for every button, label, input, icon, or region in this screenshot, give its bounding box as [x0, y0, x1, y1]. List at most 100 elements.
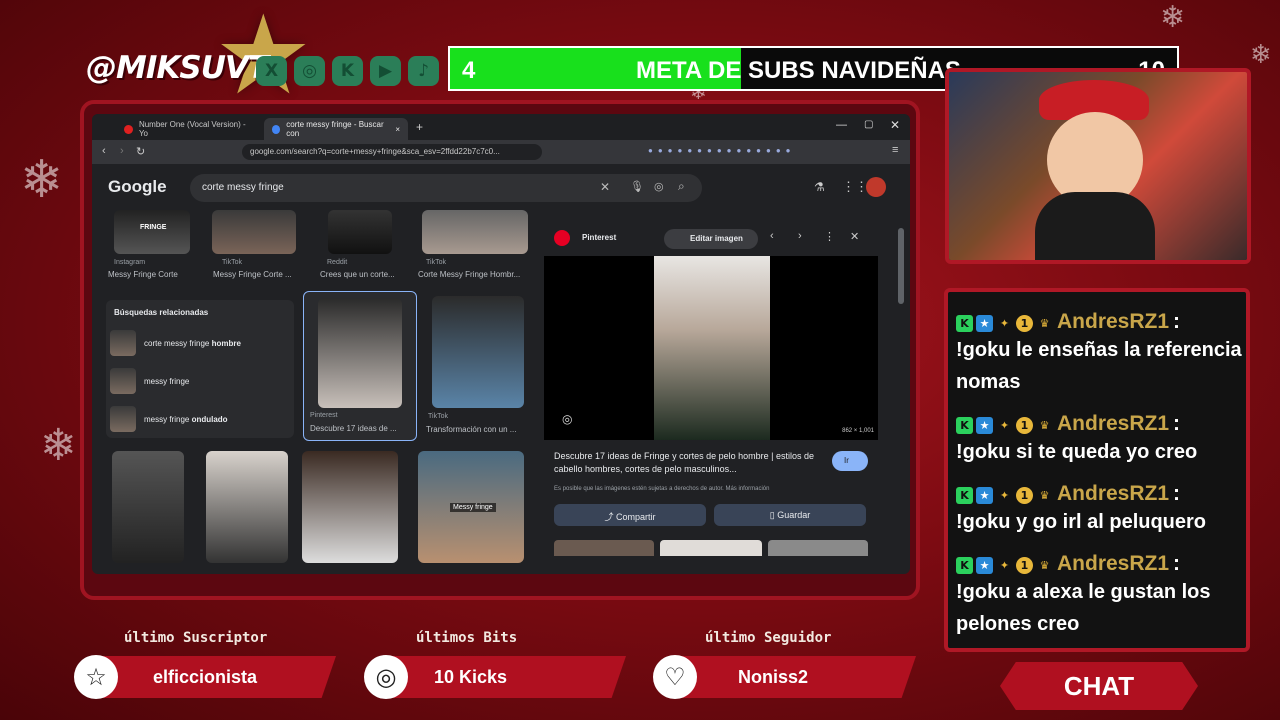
maximize-icon[interactable]: ▢: [864, 119, 873, 130]
badges: K ★ ✦ 1 ♛: [956, 487, 1053, 505]
search-icon[interactable]: ⌕: [678, 179, 685, 194]
chat-username[interactable]: AndresRZ1: [1057, 552, 1169, 575]
result-source: Reddit: [327, 259, 348, 266]
lens-icon[interactable]: ◎: [562, 412, 572, 426]
gift-badge-icon: ✦: [999, 419, 1010, 433]
result-image[interactable]: [112, 451, 184, 563]
related-image[interactable]: [768, 540, 868, 556]
google-icon: [272, 124, 281, 134]
share-button[interactable]: ⤴ Compartir: [554, 504, 706, 526]
result-image[interactable]: [302, 451, 398, 563]
result-image[interactable]: [212, 210, 296, 254]
related-bold: hombre: [211, 338, 241, 348]
result-caption[interactable]: Messy Fringe Corte: [108, 270, 178, 279]
prev-icon[interactable]: ‹: [770, 230, 774, 242]
search-input[interactable]: corte messy fringe ✕ 🎙 ◎ ⌕: [190, 174, 702, 202]
snowflake-icon: ❄: [20, 150, 64, 210]
image-preview-panel: Pinterest Editar imagen ‹ › ⋮ ✕ ◎ 862 × …: [544, 224, 884, 564]
image-dimensions: 862 × 1,001: [842, 428, 874, 434]
chat-username[interactable]: AndresRZ1: [1057, 482, 1169, 505]
tab-google-search[interactable]: corte messy fringe - Buscar con ×: [264, 118, 408, 140]
reload-icon[interactable]: ↻: [136, 145, 145, 158]
new-tab-icon[interactable]: +: [416, 120, 423, 134]
result-caption[interactable]: Descubre 17 ideas de ...: [310, 424, 397, 433]
selected-result[interactable]: Pinterest Descubre 17 ideas de ...: [303, 291, 417, 441]
url-bar[interactable]: google.com/search?q=corte+messy+fringe&s…: [242, 144, 542, 160]
snowflake-icon: ❄: [1250, 40, 1272, 70]
related-item[interactable]: corte messy fringe hombre: [110, 328, 290, 358]
badges: K ★ ✦ 1 ♛: [956, 315, 1053, 333]
chat-panel: K ★ ✦ 1 ♛ AndresRZ1: !goku le enseñas la refe…: [944, 288, 1250, 652]
extensions-toolbar[interactable]: ●●●●●●●●●●●●●●●: [648, 146, 888, 158]
save-button[interactable]: ▯ Guardar: [714, 504, 866, 526]
kick-icon[interactable]: K: [332, 56, 363, 86]
labs-icon[interactable]: ⚗: [814, 180, 825, 194]
preview-title[interactable]: Descubre 17 ideas de Fringe y cortes de …: [554, 450, 824, 476]
scrollbar[interactable]: [898, 228, 904, 304]
google-logo[interactable]: Google: [108, 177, 167, 197]
sub-badge-icon: ★: [976, 487, 993, 505]
last-bits-label: últimos Bits: [416, 630, 518, 646]
back-icon[interactable]: ‹: [102, 145, 106, 157]
preview-source[interactable]: Pinterest: [582, 233, 616, 242]
youtube-icon[interactable]: ▶: [370, 56, 401, 86]
preview-image[interactable]: [654, 256, 770, 440]
minimize-icon[interactable]: —: [836, 119, 847, 131]
related-thumb: [110, 406, 136, 432]
preview-image-area[interactable]: ◎ 862 × 1,001: [544, 256, 878, 440]
tab-bar: Number One (Vocal Version) - Yo corte me…: [92, 114, 910, 140]
instagram-icon[interactable]: ◎: [294, 56, 325, 86]
chat-username[interactable]: AndresRZ1: [1057, 310, 1169, 333]
result-image[interactable]: [422, 210, 528, 254]
crown-badge-icon: ♛: [1039, 559, 1050, 573]
related-image[interactable]: [660, 540, 762, 556]
mic-icon[interactable]: 🎙: [630, 180, 644, 193]
crown-badge-icon: ♛: [1039, 317, 1050, 331]
sub-badge-icon: ★: [976, 417, 993, 435]
lens-icon[interactable]: ◎: [654, 180, 664, 193]
result-image[interactable]: [432, 296, 524, 408]
related-item[interactable]: messy fringe ondulado: [110, 404, 290, 434]
kick-coin-icon: ◎: [364, 655, 408, 699]
chat-text: !goku le enseñas la referencia nomas: [956, 339, 1242, 393]
tab-youtube[interactable]: Number One (Vocal Version) - Yo: [116, 118, 264, 140]
result-image[interactable]: [318, 298, 402, 408]
clear-icon[interactable]: ✕: [600, 180, 610, 194]
chat-username[interactable]: AndresRZ1: [1057, 412, 1169, 435]
chat-button[interactable]: CHAT: [1000, 662, 1198, 710]
close-tab-icon[interactable]: ×: [395, 125, 400, 134]
result-image[interactable]: [206, 451, 288, 563]
result-caption[interactable]: Corte Messy Fringe Hombr...: [418, 270, 520, 279]
apps-icon[interactable]: ⋮⋮: [842, 179, 868, 195]
star-icon: ☆: [74, 655, 118, 699]
save-label: Guardar: [777, 510, 811, 520]
edit-image-button[interactable]: Editar imagen: [664, 229, 758, 249]
avatar[interactable]: [866, 177, 886, 197]
chat-message: K ★ ✦ 1 ♛ AndresRZ1: !goku y go irl al peluqu…: [956, 482, 1246, 538]
related-thumb: [110, 330, 136, 356]
kick-badge-icon: K: [956, 315, 973, 333]
result-image[interactable]: Messy fringe: [418, 451, 524, 563]
one-badge-icon: 1: [1016, 487, 1033, 505]
result-image[interactable]: FRINGE: [114, 210, 190, 254]
result-caption[interactable]: Transformación con un ...: [426, 425, 516, 434]
result-caption[interactable]: Messy Fringe Corte ...: [213, 270, 292, 279]
next-icon[interactable]: ›: [798, 230, 802, 242]
related-image[interactable]: [554, 540, 654, 556]
forward-icon[interactable]: ›: [120, 145, 124, 157]
badges: K ★ ✦ 1 ♛: [956, 557, 1053, 575]
related-item[interactable]: messy fringe: [110, 366, 290, 396]
chat-message: K ★ ✦ 1 ♛ AndresRZ1: !goku si te queda yo cre…: [956, 412, 1246, 468]
close-window-icon[interactable]: ✕: [890, 118, 900, 132]
go-button[interactable]: Ir: [832, 451, 868, 471]
more-icon[interactable]: ⋮: [824, 230, 835, 243]
tiktok-icon[interactable]: ♪: [408, 56, 439, 86]
x-icon[interactable]: X: [256, 56, 287, 86]
last-follower-label: último Seguidor: [705, 630, 832, 646]
avatar-body: [1035, 192, 1155, 260]
result-caption[interactable]: Crees que un corte...: [320, 270, 395, 279]
result-image[interactable]: [328, 210, 392, 254]
close-preview-icon[interactable]: ✕: [850, 230, 859, 243]
menu-icon[interactable]: ≡: [892, 144, 898, 156]
result-source: Instagram: [114, 259, 146, 266]
